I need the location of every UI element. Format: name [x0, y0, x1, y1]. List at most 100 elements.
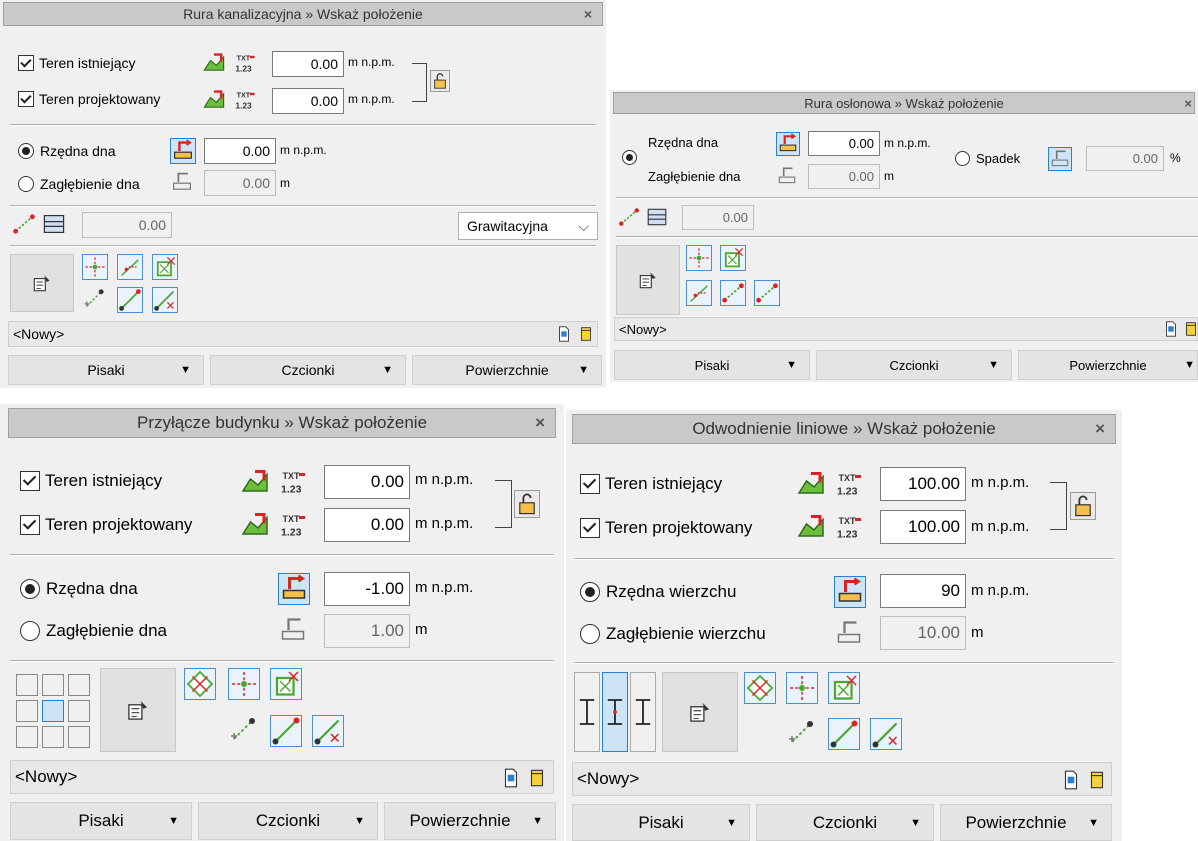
slope-icon[interactable]	[618, 206, 642, 230]
terrain-pick-icon[interactable]	[796, 512, 826, 542]
tab-czcionki[interactable]: Czcionki ▼	[198, 802, 378, 840]
zaglebienie-wierzchu-row[interactable]: Zagłębienie wierzchu	[580, 624, 766, 644]
tab-powierzchnie[interactable]: Powierzchnie ▼	[412, 355, 602, 385]
properties-button[interactable]	[10, 254, 74, 312]
style-list[interactable]: <Nowy>	[572, 762, 1112, 796]
teren-projektowany-checkbox[interactable]	[20, 515, 40, 535]
rzedna-dna-radio[interactable]	[20, 579, 40, 599]
anchor-top-right-icon[interactable]	[68, 674, 90, 696]
tab-powierzchnie[interactable]: Powierzchnie ▼	[940, 804, 1112, 841]
cross-snap-icon[interactable]	[82, 254, 108, 280]
terrain-pick-icon[interactable]	[796, 469, 826, 499]
line-dashed-icon[interactable]	[754, 280, 780, 306]
teren-projektowany-row[interactable]: Teren projektowany	[580, 518, 752, 538]
teren-projektowany-row[interactable]: Teren projektowany	[18, 91, 160, 107]
teren-projektowany-input[interactable]: 100.00	[880, 510, 966, 544]
teren-istniejacy-row[interactable]: Teren istniejący	[580, 474, 722, 494]
tab-pisaki[interactable]: Pisaki ▼	[572, 804, 750, 841]
terrain-pick-icon[interactable]	[202, 88, 226, 112]
teren-istniejacy-row[interactable]: Teren istniejący	[18, 55, 136, 71]
line-delete-icon[interactable]	[152, 287, 178, 313]
close-icon[interactable]: ×	[584, 6, 592, 22]
pipe-level-icon[interactable]	[834, 576, 866, 608]
txt-import-icon[interactable]	[233, 88, 257, 112]
line-icon[interactable]	[828, 718, 860, 750]
teren-projektowany-input[interactable]: 0.00	[324, 508, 410, 542]
lock-icon[interactable]	[514, 490, 540, 518]
teren-projektowany-checkbox[interactable]	[18, 91, 34, 107]
rzedna-wierzchu-row[interactable]: Rzędna wierzchu	[580, 582, 736, 602]
zaglebienie-dna-input[interactable]: 0.00	[204, 170, 276, 196]
slope-level-icon[interactable]	[1048, 147, 1072, 171]
teren-projektowany-input[interactable]: 0.00	[272, 88, 344, 114]
align-bottom-icon[interactable]	[630, 672, 656, 752]
zaglebienie-dna-input[interactable]: 1.00	[324, 614, 410, 648]
anchor-top-icon[interactable]	[42, 674, 64, 696]
anchor-bottom-right-icon[interactable]	[68, 726, 90, 748]
table-icon[interactable]	[42, 212, 66, 236]
new-doc-icon[interactable]	[555, 324, 573, 344]
pipe-depth-icon[interactable]	[170, 170, 196, 196]
properties-button[interactable]	[100, 668, 176, 752]
close-icon[interactable]: ×	[1095, 419, 1105, 439]
teren-projektowany-checkbox[interactable]	[580, 518, 600, 538]
new-doc-icon[interactable]	[500, 766, 522, 790]
pipe-depth-icon[interactable]	[776, 165, 800, 189]
box-snap-icon[interactable]	[720, 245, 746, 271]
rzedna-wierzchu-radio[interactable]	[580, 582, 600, 602]
pipe-depth-icon[interactable]	[834, 618, 866, 650]
pipe-level-icon[interactable]	[278, 573, 310, 605]
teren-istniejacy-input[interactable]: 100.00	[880, 467, 966, 501]
tab-pisaki[interactable]: Pisaki ▼	[8, 355, 204, 385]
zaglebienie-dna-input[interactable]: 0.00	[808, 164, 880, 189]
txt-import-icon[interactable]	[834, 512, 864, 542]
new-doc-icon[interactable]	[1162, 319, 1180, 339]
tab-powierzchnie[interactable]: Powierzchnie ▼	[1018, 350, 1198, 380]
anchor-bottom-left-icon[interactable]	[16, 726, 38, 748]
tab-pisaki[interactable]: Pisaki ▼	[614, 350, 810, 380]
txt-import-icon[interactable]	[233, 51, 257, 75]
teren-istniejacy-row[interactable]: Teren istniejący	[20, 471, 162, 491]
pipe-level-icon[interactable]	[170, 138, 196, 164]
zaglebienie-dna-radio[interactable]	[18, 176, 34, 192]
terrain-pick-icon[interactable]	[240, 467, 270, 497]
save-icon[interactable]	[1086, 768, 1108, 792]
zaglebienie-wierzchu-radio[interactable]	[580, 624, 600, 644]
teren-istniejacy-input[interactable]: 0.00	[272, 51, 344, 77]
teren-istniejacy-checkbox[interactable]	[580, 474, 600, 494]
teren-istniejacy-checkbox[interactable]	[18, 55, 34, 71]
style-list[interactable]: <Nowy>	[8, 321, 598, 347]
box-snap-icon[interactable]	[270, 668, 302, 700]
zaglebienie-dna-radio[interactable]	[20, 621, 40, 641]
table-icon[interactable]	[646, 206, 670, 230]
save-icon[interactable]	[1182, 319, 1198, 339]
anchor-right-icon[interactable]	[68, 700, 90, 722]
line-icon[interactable]	[117, 287, 143, 313]
slope-icon[interactable]	[12, 212, 36, 236]
anchor-top-left-icon[interactable]	[16, 674, 38, 696]
cross-snap-icon[interactable]	[786, 672, 818, 704]
diamond-icon[interactable]	[184, 668, 216, 700]
spadek-radio[interactable]	[955, 151, 970, 166]
cross-snap-icon[interactable]	[686, 245, 712, 271]
start-point-icon[interactable]	[786, 718, 818, 750]
start-point-icon[interactable]	[82, 287, 108, 313]
anchor-center-icon[interactable]	[42, 700, 64, 722]
tab-pisaki[interactable]: Pisaki ▼	[10, 802, 192, 840]
angle-icon[interactable]	[117, 254, 143, 280]
spadek-input[interactable]: 0.00	[1086, 146, 1164, 171]
teren-projektowany-row[interactable]: Teren projektowany	[20, 515, 192, 535]
align-top-icon[interactable]	[574, 672, 600, 752]
tab-czcionki[interactable]: Czcionki ▼	[816, 350, 1012, 380]
anchor-left-icon[interactable]	[16, 700, 38, 722]
slope-value-input[interactable]: 0.00	[82, 212, 172, 238]
angle-icon[interactable]	[686, 280, 712, 306]
close-icon[interactable]: ×	[535, 413, 545, 433]
txt-import-icon[interactable]	[278, 510, 308, 540]
line-delete-icon[interactable]	[312, 715, 344, 747]
rzedna-dna-radio[interactable]	[18, 143, 34, 159]
tab-czcionki[interactable]: Czcionki ▼	[756, 804, 934, 841]
anchor-bottom-icon[interactable]	[42, 726, 64, 748]
zaglebienie-wierzchu-input[interactable]: 10.00	[880, 616, 966, 650]
pipe-depth-icon[interactable]	[278, 615, 310, 647]
